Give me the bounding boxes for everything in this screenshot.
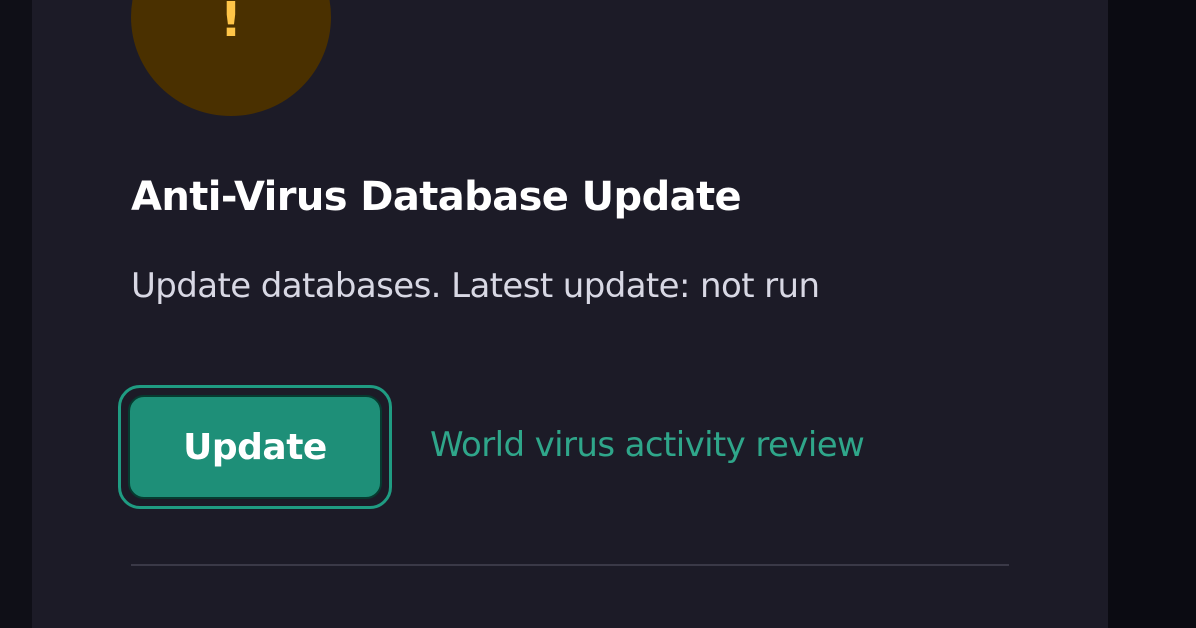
window-edge [1108, 0, 1196, 628]
update-button-label: Update [128, 395, 382, 499]
exclamation-icon: ! [220, 0, 242, 48]
app-window: ! Anti-Virus Database Update Update data… [0, 0, 1196, 628]
card-title: Anti-Virus Database Update [131, 174, 742, 220]
update-status-text: Update databases. Latest update: not run [131, 266, 820, 306]
divider [131, 564, 1009, 566]
world-virus-activity-review-link[interactable]: World virus activity review [430, 425, 865, 465]
update-button[interactable]: Update [118, 385, 392, 509]
